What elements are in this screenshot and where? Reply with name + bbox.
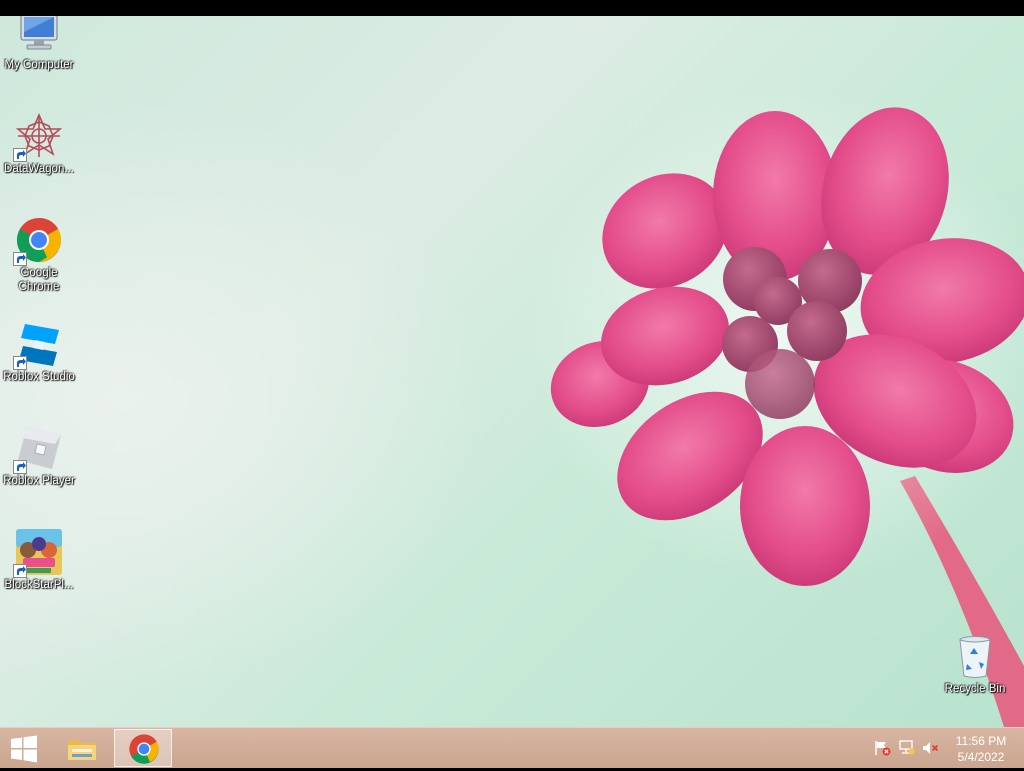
desktop-icon-label: Roblox Studio: [3, 371, 75, 383]
desktop-icon-label: Google Chrome: [18, 267, 60, 293]
taskbar-google-chrome[interactable]: [114, 729, 172, 767]
tray-network[interactable]: [898, 740, 916, 756]
taskbar-file-explorer[interactable]: [53, 729, 111, 767]
desktop-icon-label: BlockStarPl...: [4, 579, 74, 591]
taskbar: 11:56 PM 5/4/2022: [0, 727, 1024, 768]
shortcut-arrow-icon: [13, 148, 27, 162]
start-button[interactable]: [4, 732, 44, 766]
shortcut-arrow-icon: [13, 356, 27, 370]
shortcut-arrow-icon: [13, 252, 27, 266]
tray-volume[interactable]: [922, 740, 940, 756]
clock-date: 5/4/2022: [957, 750, 1005, 764]
desktop-icon-roblox-player[interactable]: Roblox Player: [0, 424, 79, 488]
chrome-icon: [129, 734, 159, 764]
desktop[interactable]: My Computer DataWagon... Google Chrome R…: [0, 16, 1024, 727]
desktop-icon-datawagon[interactable]: DataWagon...: [0, 112, 79, 176]
desktop-icon-label: DataWagon...: [4, 163, 74, 175]
shortcut-arrow-icon: [13, 564, 27, 578]
folder-icon: [68, 740, 96, 760]
computer-icon: [20, 16, 58, 50]
desktop-icon-label: My Computer: [4, 59, 74, 71]
desktop-icon-my-computer[interactable]: My Computer: [0, 16, 79, 72]
action-center-flag-icon: [875, 741, 891, 756]
recycle-bin-icon: [959, 636, 991, 678]
desktop-icon-label: Recycle Bin: [944, 683, 1006, 695]
screen-top-border: [0, 0, 1024, 16]
flower-wallpaper: [530, 86, 1024, 727]
clock-time: 11:56 PM: [955, 734, 1007, 748]
desktop-icon-blockstar[interactable]: BlockStarPl...: [0, 528, 79, 592]
volume-muted-icon: [923, 742, 939, 754]
tray-action-center[interactable]: [874, 740, 892, 756]
desktop-icon-roblox-studio[interactable]: Roblox Studio: [0, 320, 79, 384]
taskbar-clock[interactable]: 11:56 PM 5/4/2022: [944, 733, 1018, 765]
windows-logo-icon: [11, 735, 37, 763]
desktop-icon-recycle-bin[interactable]: Recycle Bin: [935, 632, 1015, 696]
desktop-icon-label: Roblox Player: [3, 475, 75, 487]
shortcut-arrow-icon: [13, 460, 27, 474]
desktop-icon-google-chrome[interactable]: Google Chrome: [0, 216, 79, 294]
network-icon: [899, 740, 915, 755]
